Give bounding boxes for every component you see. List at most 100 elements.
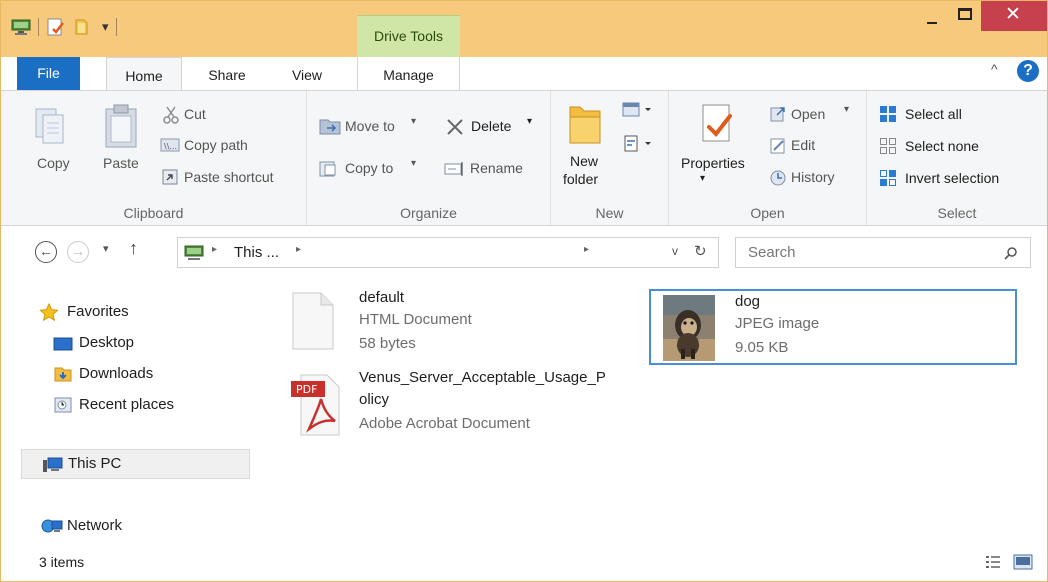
new-folder-icon[interactable] [73, 18, 93, 36]
close-button[interactable]: ✕ [981, 1, 1047, 31]
select-all-label: Select all [905, 106, 962, 122]
open-group-label: Open [750, 205, 785, 221]
tab-manage[interactable]: Manage [357, 57, 460, 90]
file-name: dog [735, 293, 761, 310]
open-button[interactable] [769, 105, 787, 126]
select-none-button[interactable] [879, 137, 897, 158]
recent-locations-icon[interactable]: ▾ [103, 242, 109, 255]
file-name-line2: olicy [359, 391, 390, 408]
move-to-dropdown-icon[interactable]: ▾ [411, 116, 416, 127]
new-folder-label-line1: New [570, 153, 599, 169]
search-icon[interactable] [1004, 246, 1018, 260]
new-item-button[interactable] [621, 101, 655, 122]
properties-dropdown-icon[interactable]: ▾ [700, 173, 705, 184]
maximize-icon [958, 8, 972, 20]
clipboard-group-label: Clipboard [123, 205, 184, 221]
search-input[interactable]: Search [735, 237, 1031, 268]
up-arrow-icon[interactable]: ↑ [129, 238, 138, 259]
collapse-ribbon-icon[interactable]: ^ [991, 61, 998, 77]
copy-path-icon: \\... [160, 138, 180, 152]
tab-home[interactable]: Home [106, 57, 182, 90]
toolbar-separator [115, 18, 117, 36]
desktop-label: Desktop [79, 334, 135, 351]
refresh-icon[interactable]: ↻ [694, 242, 707, 260]
cut-button[interactable] [162, 106, 180, 127]
history-icon [770, 170, 786, 186]
nav-item-favorites[interactable]: Favorites [1, 297, 251, 327]
tab-file[interactable]: File [17, 57, 80, 90]
properties-icon[interactable] [46, 18, 66, 36]
nav-item-network[interactable]: Network [1, 511, 251, 541]
rename-label: Rename [470, 160, 523, 176]
open-label: Open [791, 106, 826, 122]
delete-x-icon [447, 119, 463, 135]
file-name-line1: Venus_Server_Acceptable_Usage_P [359, 369, 606, 386]
customize-toolbar-arrow[interactable]: ▾ [102, 19, 109, 35]
breadcrumb-chevron-icon[interactable]: ▸ [212, 244, 217, 255]
nav-item-desktop[interactable]: Desktop [1, 328, 251, 358]
easy-access-button[interactable] [621, 135, 655, 156]
close-icon: ✕ [1005, 4, 1021, 25]
address-bar[interactable]: ▸ This ... ▸ ▸ v ↻ [177, 237, 719, 268]
open-icon [770, 107, 785, 122]
address-dropdown-icon[interactable]: v [672, 244, 678, 258]
breadcrumb-this-pc[interactable]: This ... [234, 244, 279, 261]
rename-button[interactable] [444, 161, 466, 180]
copy-button[interactable] [33, 105, 67, 154]
navigation-pane: Favorites Desktop Downloads Recent place… [1, 281, 257, 551]
delete-dropdown-icon[interactable]: ▾ [527, 116, 532, 127]
maximize-button[interactable] [953, 1, 981, 31]
move-to-icon [319, 119, 341, 135]
copy-to-button[interactable] [319, 160, 341, 181]
new-folder-button[interactable] [567, 101, 603, 150]
file-size: 58 bytes [359, 335, 416, 352]
select-all-button[interactable] [879, 105, 897, 126]
file-type: HTML Document [359, 311, 472, 328]
select-group: Select all Select none Invert selection … [867, 91, 1047, 225]
minimize-button[interactable] [907, 1, 953, 31]
nav-item-recent-places[interactable]: Recent places [1, 390, 251, 420]
pdf-document-icon: PDF [291, 374, 340, 436]
organize-group-label: Organize [400, 205, 457, 221]
paste-button[interactable] [103, 103, 139, 154]
invert-selection-button[interactable] [879, 169, 897, 190]
breadcrumb-chevron-icon[interactable]: ▸ [296, 244, 301, 255]
file-name: default [359, 289, 405, 306]
paste-shortcut-button[interactable] [161, 168, 179, 189]
help-icon[interactable]: ? [1017, 60, 1039, 82]
copy-path-button[interactable]: \\... [160, 137, 180, 156]
copy-to-dropdown-icon[interactable]: ▾ [411, 158, 416, 169]
this-pc-icon [43, 457, 63, 472]
drive-tools-context-tab[interactable]: Drive Tools [357, 15, 460, 57]
properties-button[interactable] [699, 103, 735, 150]
edit-button[interactable] [769, 137, 787, 158]
file-item-selected[interactable]: dog JPEG image 9.05 KB [649, 289, 1017, 365]
copy-to-label: Copy to [345, 160, 394, 176]
paste-shortcut-label: Paste shortcut [184, 169, 274, 185]
large-icons-view-icon[interactable] [1013, 554, 1033, 570]
open-group: Properties ▾ Open ▾ Edit History Open [669, 91, 867, 225]
tab-view[interactable]: View [284, 57, 330, 90]
minimize-icon [927, 22, 937, 24]
forward-button[interactable]: → [67, 241, 89, 263]
edit-label: Edit [791, 137, 816, 153]
file-item[interactable]: PDF Venus_Server_Acceptable_Usage_P olic… [287, 365, 647, 441]
paste-label: Paste [103, 155, 139, 171]
dog-photo-thumbnail [663, 295, 715, 361]
select-none-label: Select none [905, 138, 979, 154]
open-dropdown-icon[interactable]: ▾ [844, 104, 849, 115]
tab-share[interactable]: Share [197, 57, 257, 90]
delete-button[interactable] [446, 118, 464, 139]
nav-item-this-pc[interactable]: This PC [21, 449, 250, 479]
network-icon [41, 519, 63, 533]
title-bar[interactable]: ▾ Drive Tools ✕ [1, 1, 1047, 57]
breadcrumb-chevron-icon[interactable]: ▸ [584, 244, 589, 255]
nav-item-downloads[interactable]: Downloads [1, 359, 251, 389]
computer-icon[interactable] [11, 18, 31, 36]
back-button[interactable]: ← [35, 241, 57, 263]
move-to-button[interactable] [319, 117, 341, 138]
details-view-icon[interactable] [985, 555, 1001, 569]
history-button[interactable] [769, 169, 787, 190]
file-item[interactable]: default HTML Document 58 bytes [287, 287, 577, 357]
easy-access-icon [624, 135, 651, 152]
